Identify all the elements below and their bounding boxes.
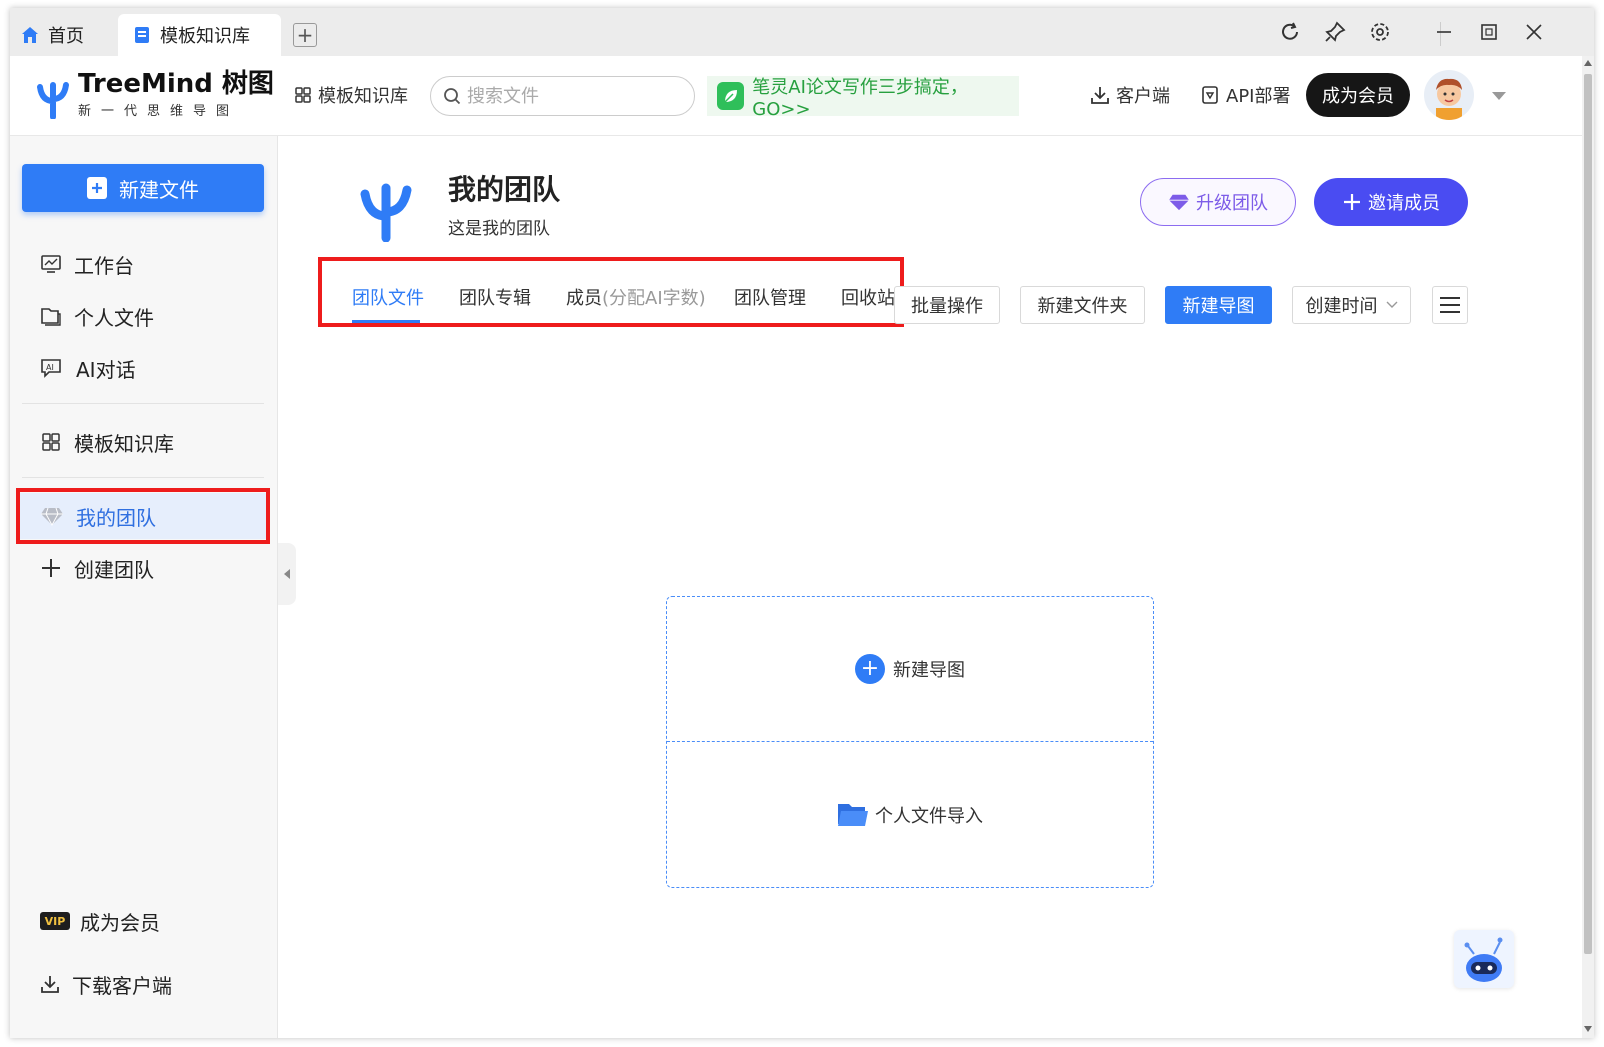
highlight-box-my-team [16,488,270,544]
folder-icon [41,308,61,326]
team-name: 我的团队 [448,173,561,206]
scrollbar[interactable] [1582,56,1594,1038]
search-icon [444,88,461,105]
app-header: TreeMind 树图 新一代思维导图 模板知识库 笔灵AI论文写作三步搞定，G… [10,56,1582,136]
app-window: 首页 模板知识库 + TreeMind 树图 新一代思维导图 模板知识库 搜索文… [10,8,1594,1038]
sidebar-item-create-team[interactable]: 创建团队 [40,548,154,588]
scroll-thumb[interactable] [1584,74,1592,954]
tab-templates-label: 模板知识库 [160,26,250,47]
upgrade-team-button[interactable]: 升级团队 [1140,178,1296,226]
sidebar-item-templates[interactable]: 模板知识库 [40,422,174,462]
sidebar-item-ai-chat[interactable]: AI AI对话 [40,348,136,388]
invite-member-label: 邀请成员 [1368,193,1440,214]
sidebar-item-label: AI对话 [76,357,136,382]
diamond-icon [1169,194,1189,211]
pin-icon[interactable] [1323,20,1347,44]
sidebar-item-label: 下载客户端 [72,973,172,998]
sidebar-item-label: 创建团队 [74,557,154,582]
new-document-icon [87,177,107,199]
grid-icon [295,87,311,103]
plus-icon [1344,194,1360,210]
promo-banner[interactable]: 笔灵AI论文写作三步搞定，GO>> [707,76,1019,120]
plus-circle-icon: + [855,654,885,684]
sort-select-label: 创建时间 [1305,296,1378,317]
new-file-label: 新建文件 [119,177,199,202]
tab-templates[interactable]: 模板知识库 [118,14,281,56]
search-input[interactable] [467,85,667,107]
chevron-down-icon[interactable] [1492,92,1506,100]
collapse-sidebar-button[interactable] [278,543,296,605]
title-bar: 首页 模板知识库 + [10,8,1594,56]
api-link[interactable]: API部署 [1200,82,1290,108]
leaf-icon [717,82,745,110]
gear-icon[interactable] [1368,20,1392,44]
download-icon [41,976,59,993]
client-link-label: 客户端 [1116,86,1170,107]
ai-chat-icon: AI [41,359,61,378]
svg-text:AI: AI [46,363,54,372]
menu-icon[interactable] [1432,286,1468,324]
scroll-down-icon[interactable] [1584,1026,1592,1032]
template-icon [135,27,149,43]
maximize-icon[interactable] [1477,20,1501,44]
new-file-button[interactable]: 新建文件 [22,164,264,212]
sidebar-item-label: 成为会员 [80,910,160,935]
sidebar-item-label: 工作台 [74,253,134,278]
api-link-label: API部署 [1226,86,1291,107]
sidebar-item-download-client[interactable]: 下载客户端 [40,964,172,1004]
sidebar-item-become-member[interactable]: VIP 成为会员 [40,901,160,941]
tab-home-label: 首页 [48,26,84,47]
plus-icon [42,559,60,577]
team-logo-icon [360,183,412,242]
logo-subtitle: 新一代思维导图 [78,104,240,119]
highlight-box-team-tabs [318,257,904,327]
api-icon [1202,86,1218,104]
become-member-button[interactable]: 成为会员 [1306,73,1410,117]
sort-select[interactable]: 创建时间 [1292,286,1411,324]
sidebar-item-workbench[interactable]: 工作台 [40,244,134,284]
sidebar-item-label: 个人文件 [74,305,154,330]
vip-badge-icon: VIP [40,912,70,930]
chevron-down-icon [1386,301,1397,308]
empty-import-label: 个人文件导入 [875,805,983,827]
folder-icon [838,803,868,826]
grid-icon [42,433,60,451]
sidebar-divider [22,477,264,478]
sidebar: 新建文件 工作台 个人文件 AI AI对话 模板知识库 我的团队 创建团队 VI… [10,136,278,1038]
batch-operation-button[interactable]: 批量操作 [894,286,1000,324]
close-icon[interactable] [1522,20,1546,44]
sidebar-divider [22,403,264,404]
scroll-up-icon[interactable] [1584,60,1592,66]
new-folder-button[interactable]: 新建文件夹 [1020,286,1145,324]
download-icon [1091,87,1109,104]
assistant-bot-icon[interactable] [1454,930,1514,988]
promo-text: 笔灵AI论文写作三步搞定，GO>> [752,76,968,120]
minimize-icon[interactable] [1432,20,1456,44]
add-tab-button[interactable]: + [293,23,317,47]
logo[interactable]: TreeMind 树图 新一代思维导图 [34,70,274,119]
templates-link[interactable]: 模板知识库 [294,82,408,108]
templates-link-label: 模板知识库 [318,86,408,107]
monitor-icon [41,255,61,273]
empty-new-map-label: 新建导图 [893,660,965,681]
empty-new-map[interactable]: + 新建导图 [667,597,1153,742]
team-description: 这是我的团队 [448,219,550,239]
avatar[interactable] [1424,70,1474,120]
home-icon [22,27,38,43]
tab-home[interactable]: 首页 [20,14,120,56]
logo-title: TreeMind 树图 [78,69,274,99]
refresh-icon[interactable] [1278,20,1302,44]
sidebar-item-personal-files[interactable]: 个人文件 [40,296,154,336]
upgrade-team-label: 升级团队 [1196,193,1268,214]
search-box[interactable] [430,76,695,116]
client-link[interactable]: 客户端 [1090,82,1170,108]
empty-state-box: + 新建导图 个人文件导入 [666,596,1154,888]
chevron-left-icon [284,569,290,579]
empty-import-personal[interactable]: 个人文件导入 [667,742,1153,887]
sidebar-item-label: 模板知识库 [74,431,174,456]
treemind-logo-icon [37,81,69,119]
invite-member-button[interactable]: 邀请成员 [1314,178,1468,226]
new-map-button[interactable]: 新建导图 [1165,286,1272,324]
